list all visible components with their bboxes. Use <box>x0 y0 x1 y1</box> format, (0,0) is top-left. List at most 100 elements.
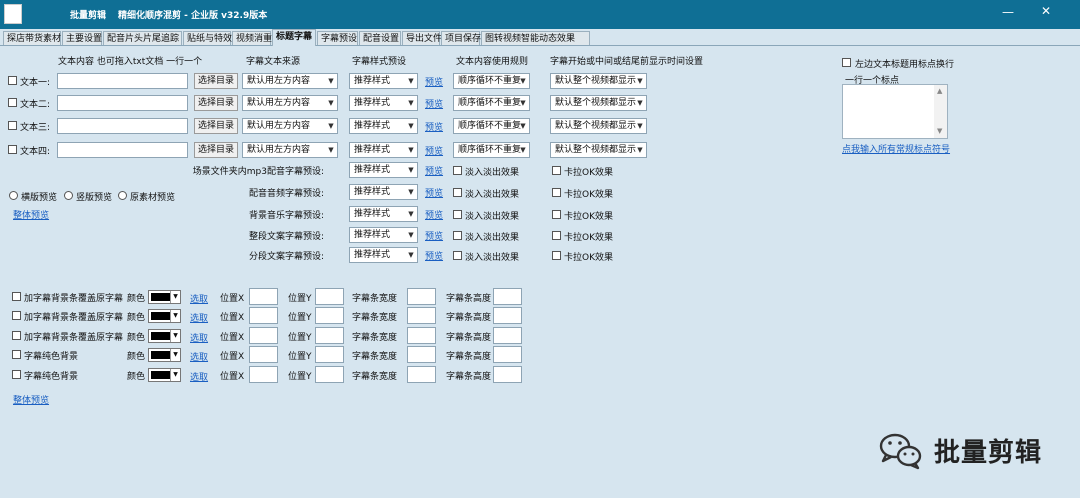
pos-x-input[interactable] <box>249 346 278 363</box>
tab-1[interactable]: 探店带货素材 <box>3 31 61 45</box>
display-time-select[interactable]: 默认整个视频都显示 ▼ <box>550 142 647 158</box>
minimize-button[interactable]: — <box>1000 5 1016 19</box>
preset-preview-link[interactable]: 预览 <box>425 229 443 242</box>
preset-preview-link[interactable]: 预览 <box>425 208 443 221</box>
choose-dir-button[interactable]: 选择目录 <box>194 142 238 158</box>
punctuation-textarea[interactable] <box>842 84 948 139</box>
bar-width-input[interactable] <box>407 307 436 324</box>
usage-rule-select[interactable]: 顺序循环不重复 ▼ <box>453 73 530 89</box>
preset-style-select[interactable]: 推荐样式 ▼ <box>349 162 418 178</box>
tab-3[interactable]: 配音片头片尾追踪 <box>103 31 182 45</box>
bar-height-input[interactable] <box>493 288 522 305</box>
punctuation-wrap-checkbox[interactable] <box>842 58 851 67</box>
preview-link[interactable]: 预览 <box>425 97 443 110</box>
text-row-checkbox[interactable] <box>8 76 17 85</box>
color-picker[interactable]: ▼ <box>148 329 181 343</box>
pos-y-input[interactable] <box>315 366 344 383</box>
display-time-select[interactable]: 默认整个视频都显示 ▼ <box>550 73 647 89</box>
bar-width-input[interactable] <box>407 366 436 383</box>
bg-bar-checkbox[interactable] <box>12 350 21 359</box>
preset-style-select[interactable]: 推荐样式 ▼ <box>349 227 418 243</box>
choose-dir-button[interactable]: 选择目录 <box>194 118 238 134</box>
preview-mode-radio[interactable] <box>64 191 73 200</box>
pos-x-input[interactable] <box>249 327 278 344</box>
text-row-input[interactable] <box>57 95 188 111</box>
subtitle-source-select[interactable]: 默认用左方内容 ▼ <box>242 95 338 111</box>
text-row-checkbox[interactable] <box>8 145 17 154</box>
tab-4[interactable]: 贴纸与特效 <box>183 31 232 45</box>
pos-y-input[interactable] <box>315 288 344 305</box>
color-picker[interactable]: ▼ <box>148 368 181 382</box>
color-picker[interactable]: ▼ <box>148 309 181 323</box>
punctuation-link[interactable]: 点我输入所有常规标点符号 <box>842 142 950 155</box>
pos-y-input[interactable] <box>315 346 344 363</box>
fade-checkbox[interactable] <box>453 251 462 260</box>
style-preset-select[interactable]: 推荐样式 ▼ <box>349 142 418 158</box>
text-row-checkbox[interactable] <box>8 121 17 130</box>
pick-color-link[interactable]: 选取 <box>190 311 208 324</box>
text-row-input[interactable] <box>57 73 188 89</box>
pick-color-link[interactable]: 选取 <box>190 331 208 344</box>
subtitle-source-select[interactable]: 默认用左方内容 ▼ <box>242 73 338 89</box>
close-button[interactable]: ✕ <box>1038 4 1054 18</box>
usage-rule-select[interactable]: 顺序循环不重复 ▼ <box>453 142 530 158</box>
style-preset-select[interactable]: 推荐样式 ▼ <box>349 118 418 134</box>
text-row-checkbox[interactable] <box>8 98 17 107</box>
preset-preview-link[interactable]: 预览 <box>425 249 443 262</box>
style-preset-select[interactable]: 推荐样式 ▼ <box>349 95 418 111</box>
color-picker[interactable]: ▼ <box>148 290 181 304</box>
fade-checkbox[interactable] <box>453 231 462 240</box>
preview-link[interactable]: 预览 <box>425 120 443 133</box>
karaoke-checkbox[interactable] <box>552 251 561 260</box>
karaoke-checkbox[interactable] <box>552 210 561 219</box>
display-time-select[interactable]: 默认整个视频都显示 ▼ <box>550 118 647 134</box>
preset-preview-link[interactable]: 预览 <box>425 186 443 199</box>
karaoke-checkbox[interactable] <box>552 231 561 240</box>
choose-dir-button[interactable]: 选择目录 <box>194 73 238 89</box>
subtitle-source-select[interactable]: 默认用左方内容 ▼ <box>242 118 338 134</box>
pos-y-input[interactable] <box>315 307 344 324</box>
preview-link[interactable]: 预览 <box>425 75 443 88</box>
overall-preview-link[interactable]: 整体预览 <box>13 208 49 221</box>
textarea-scrollbar[interactable]: ▲ ▼ <box>934 85 947 138</box>
tab-2[interactable]: 主要设置 <box>62 31 102 45</box>
preset-style-select[interactable]: 推荐样式 ▼ <box>349 206 418 222</box>
tab-8[interactable]: 配音设置 <box>359 31 401 45</box>
overall-preview-link-2[interactable]: 整体预览 <box>13 393 49 406</box>
tab-11[interactable]: 图转视频智能动态效果 <box>481 31 590 45</box>
karaoke-checkbox[interactable] <box>552 166 561 175</box>
bg-bar-checkbox[interactable] <box>12 370 21 379</box>
preset-style-select[interactable]: 推荐样式 ▼ <box>349 184 418 200</box>
preview-mode-radio[interactable] <box>9 191 18 200</box>
tab-7[interactable]: 字幕预设 <box>317 31 358 45</box>
scroll-up-icon[interactable]: ▲ <box>937 87 942 95</box>
tab-5[interactable]: 视频消重 <box>232 31 272 45</box>
bar-height-input[interactable] <box>493 346 522 363</box>
fade-checkbox[interactable] <box>453 188 462 197</box>
tab-10[interactable]: 项目保存 <box>441 31 481 45</box>
style-preset-select[interactable]: 推荐样式 ▼ <box>349 73 418 89</box>
bar-width-input[interactable] <box>407 288 436 305</box>
bar-width-input[interactable] <box>407 346 436 363</box>
pos-x-input[interactable] <box>249 288 278 305</box>
pos-y-input[interactable] <box>315 327 344 344</box>
subtitle-source-select[interactable]: 默认用左方内容 ▼ <box>242 142 338 158</box>
preset-preview-link[interactable]: 预览 <box>425 164 443 177</box>
karaoke-checkbox[interactable] <box>552 188 561 197</box>
pick-color-link[interactable]: 选取 <box>190 292 208 305</box>
bar-height-input[interactable] <box>493 327 522 344</box>
preview-mode-radio[interactable] <box>118 191 127 200</box>
bg-bar-checkbox[interactable] <box>12 311 21 320</box>
display-time-select[interactable]: 默认整个视频都显示 ▼ <box>550 95 647 111</box>
pick-color-link[interactable]: 选取 <box>190 350 208 363</box>
bar-height-input[interactable] <box>493 366 522 383</box>
pick-color-link[interactable]: 选取 <box>190 370 208 383</box>
preview-link[interactable]: 预览 <box>425 144 443 157</box>
scroll-down-icon[interactable]: ▼ <box>937 127 942 135</box>
pos-x-input[interactable] <box>249 307 278 324</box>
text-row-input[interactable] <box>57 118 188 134</box>
color-picker[interactable]: ▼ <box>148 348 181 362</box>
tab-9[interactable]: 导出文件名 <box>402 31 451 45</box>
bg-bar-checkbox[interactable] <box>12 331 21 340</box>
usage-rule-select[interactable]: 顺序循环不重复 ▼ <box>453 95 530 111</box>
